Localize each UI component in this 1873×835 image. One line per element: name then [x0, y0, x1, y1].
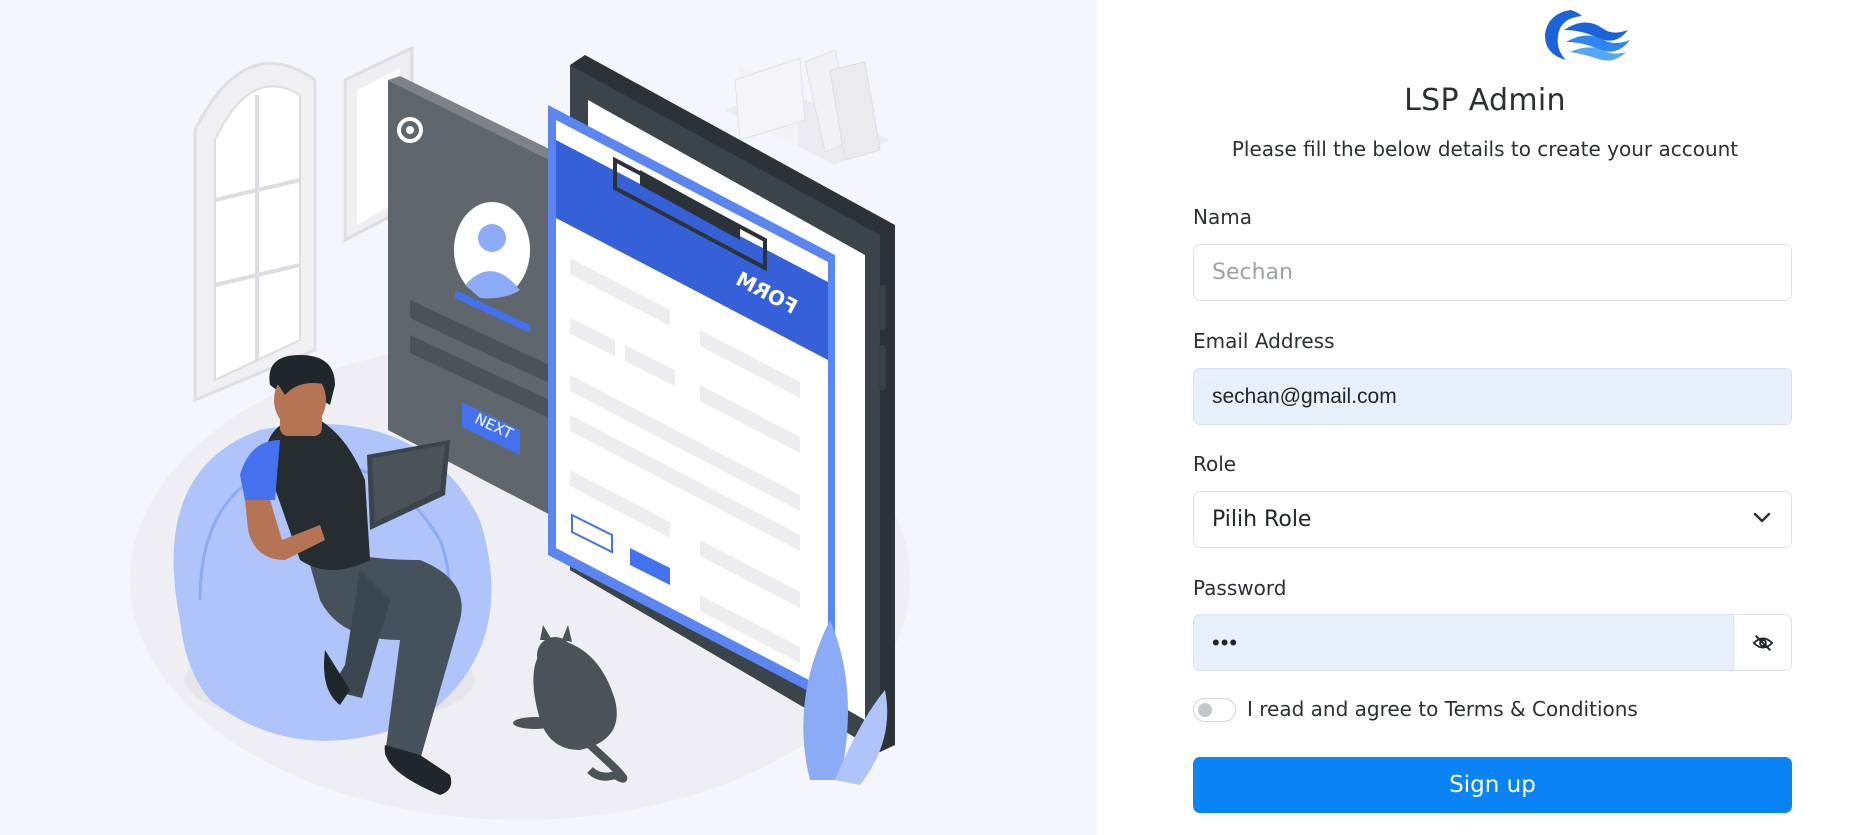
role-label: Role — [1193, 452, 1237, 476]
email-value: sechan@gmail.com — [1212, 384, 1397, 408]
name-label: Nama — [1193, 205, 1252, 229]
role-select[interactable]: Pilih Role — [1193, 491, 1792, 548]
name-input[interactable]: Sechan — [1193, 244, 1792, 301]
password-label: Password — [1193, 576, 1287, 600]
eye-slash-icon — [1752, 634, 1773, 651]
password-input[interactable]: ••• — [1193, 614, 1733, 671]
page-subtitle: Please fill the below details to create … — [1231, 137, 1739, 161]
email-input[interactable]: sechan@gmail.com — [1193, 368, 1792, 425]
terms-toggle[interactable] — [1193, 698, 1236, 722]
password-visibility-toggle[interactable] — [1733, 614, 1792, 671]
name-placeholder: Sechan — [1212, 260, 1293, 285]
lsp-logo-icon — [1544, 10, 1630, 61]
signup-panel: LSP Admin Please fill the below details … — [1097, 0, 1873, 835]
chevron-down-icon — [1753, 512, 1771, 523]
app-title: LSP Admin — [1404, 83, 1566, 118]
signup-page: NEXT FORM LSP Admin Please fill the belo… — [0, 0, 1873, 835]
password-group: ••• — [1193, 614, 1792, 671]
signup-illustration: NEXT FORM — [130, 45, 910, 820]
toggle-knob — [1198, 703, 1212, 717]
role-selected-value: Pilih Role — [1212, 507, 1312, 532]
password-value: ••• — [1212, 629, 1239, 655]
signup-button[interactable]: Sign up — [1193, 757, 1792, 813]
terms-label: I read and agree to Terms & Conditions — [1247, 697, 1638, 721]
window-graphic — [193, 61, 317, 403]
illustration-panel: NEXT FORM — [0, 0, 1097, 835]
email-label: Email Address — [1193, 329, 1335, 353]
